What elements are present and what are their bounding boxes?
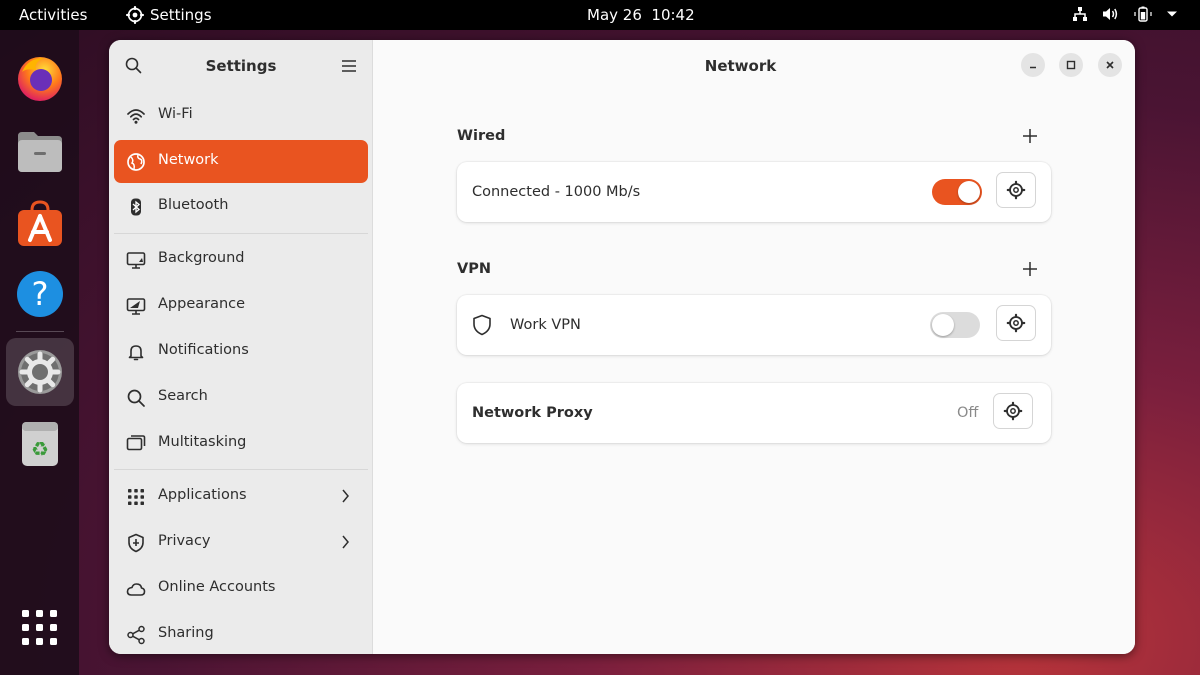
add-wired-button[interactable] [1021,127,1039,145]
close-button[interactable] [1098,53,1122,77]
system-menu-chevron-icon [1167,11,1177,17]
vpn-connection-row: Work VPN [457,295,1051,355]
sidebar-item-applications[interactable]: Applications [114,475,368,518]
vpn-toggle[interactable] [930,312,980,338]
share-icon [126,625,146,645]
svg-text:♻: ♻ [31,437,49,461]
sidebar-item-sharing[interactable]: Sharing [114,613,368,654]
app-center-icon[interactable] [14,198,66,250]
sidebar-separator [114,469,368,470]
sidebar: Settings Wi-Fi Network Bluetooth Backgro… [109,40,373,654]
plus-icon [1023,262,1037,276]
sidebar-title: Settings [205,57,277,75]
wired-section-title: Wired [457,128,506,144]
sidebar-separator [114,233,368,234]
maximize-button[interactable] [1059,53,1083,77]
sidebar-item-online-accounts[interactable]: Online Accounts [114,567,368,610]
sidebar-item-label: Sharing [158,625,214,641]
sidebar-item-privacy[interactable]: Privacy [114,521,368,564]
vpn-settings-button[interactable] [996,305,1036,341]
gear-icon [1003,401,1023,421]
sidebar-item-label: Bluetooth [158,197,229,213]
gear-icon [1006,313,1026,333]
wired-status: Connected - 1000 Mb/s [472,184,641,200]
sidebar-item-label: Multitasking [158,434,247,450]
page-title: Network [704,57,777,75]
network-proxy-status: Off [957,405,979,421]
app-grid-icon[interactable] [14,602,66,654]
toggle-knob [932,314,954,336]
dock: ? ♻ [0,30,79,675]
bell-icon [126,342,146,362]
cloud-icon [126,579,146,599]
close-icon [1106,61,1114,69]
search-icon [126,388,146,408]
appearance-icon [126,296,146,316]
trash-icon[interactable]: ♻ [14,418,66,470]
chevron-right-icon [340,534,350,554]
vpn-shield-icon [472,314,492,340]
wired-settings-button[interactable] [996,172,1036,208]
sidebar-item-multitasking[interactable]: Multitasking [114,422,368,465]
svg-text:?: ? [32,275,49,313]
sidebar-item-appearance[interactable]: Appearance [114,284,368,327]
sidebar-item-label: Privacy [158,533,211,549]
bluetooth-icon [126,197,146,217]
sidebar-item-label: Appearance [158,296,246,312]
globe-icon [126,152,146,172]
app-name: Settings [150,6,212,24]
app-menu[interactable]: Settings [126,6,212,24]
help-icon[interactable]: ? [14,268,66,320]
proxy-settings-button[interactable] [993,393,1033,429]
sidebar-item-label: Wi-Fi [158,106,193,122]
add-vpn-button[interactable] [1021,260,1039,278]
system-tray[interactable] [1072,6,1178,22]
sidebar-item-search[interactable]: Search [114,376,368,419]
sidebar-item-network[interactable]: Network [114,140,368,183]
privacy-shield-icon [126,533,146,553]
sidebar-item-wifi[interactable]: Wi-Fi [114,94,368,137]
firefox-icon[interactable] [14,52,66,104]
background-icon [126,250,146,270]
wired-toggle[interactable] [932,179,982,205]
apps-grid-icon [126,487,146,507]
activities-button[interactable]: Activities [19,6,87,24]
top-bar: Activities Settings May 26 10:42 [0,0,1200,30]
settings-icon[interactable] [14,346,66,398]
network-proxy-label: Network Proxy [472,405,593,421]
settings-window: Settings Wi-Fi Network Bluetooth Backgro… [109,40,1135,654]
sidebar-item-background[interactable]: Background [114,238,368,281]
dock-separator [16,331,64,332]
battery-icon [1134,6,1152,22]
minimize-icon [1030,66,1036,69]
wifi-icon [126,106,146,126]
chevron-right-icon [340,488,350,508]
sidebar-header: Settings [109,40,373,90]
gear-icon [126,6,144,24]
vpn-name: Work VPN [510,317,581,333]
sidebar-item-bluetooth[interactable]: Bluetooth [114,185,368,228]
toggle-knob [958,181,980,203]
sidebar-item-label: Applications [158,487,247,503]
network-wired-icon [1073,7,1087,21]
sidebar-item-label: Online Accounts [158,579,276,595]
multitasking-icon [126,434,146,454]
sidebar-item-label: Network [158,152,219,168]
files-icon[interactable] [14,126,66,178]
plus-icon [1023,129,1037,143]
sidebar-item-label: Background [158,250,245,266]
sidebar-item-notifications[interactable]: Notifications [114,330,368,373]
volume-icon [1103,8,1118,20]
maximize-icon [1066,60,1076,70]
wired-connection-row: Connected - 1000 Mb/s [457,162,1051,222]
network-proxy-row[interactable]: Network Proxy Off [457,383,1051,443]
hamburger-menu-icon[interactable] [341,58,357,77]
gear-icon [1006,180,1026,200]
minimize-button[interactable] [1021,53,1045,77]
clock[interactable]: May 26 10:42 [587,6,695,24]
sidebar-item-label: Notifications [158,342,249,358]
network-panel: Network Wired Connected - 1000 Mb/s VPN … [374,40,1135,654]
vpn-section-title: VPN [457,261,491,277]
sidebar-item-label: Search [158,388,208,404]
